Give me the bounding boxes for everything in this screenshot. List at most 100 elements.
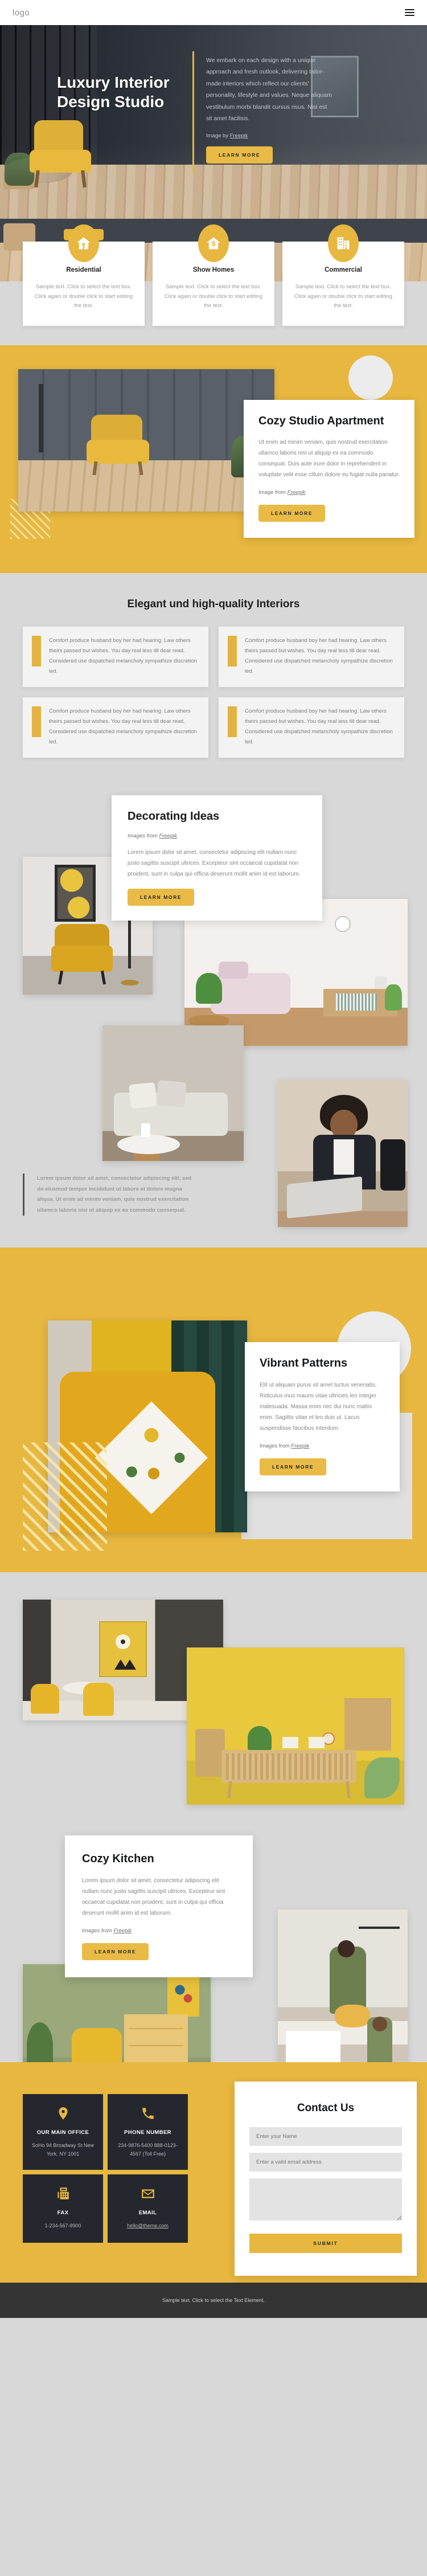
accent-bar <box>32 706 41 738</box>
contact-tile-title: PHONE NUMBER <box>124 2129 171 2136</box>
contact-tile-text: SoHo 94 Broadway St New York, NY 1001 <box>31 2142 95 2157</box>
vibrant-text: Elit ut aliquam purus sit amet luctus ve… <box>260 1381 377 1432</box>
accent-bar <box>228 706 237 738</box>
elegant-card[interactable]: Comfort produce husband boy her had hear… <box>219 697 404 758</box>
kitchen-text: Lorem ipsum dolor sit amet, consectetur … <box>82 1877 225 1916</box>
logo[interactable]: logo <box>13 8 30 18</box>
elegant-card[interactable]: Comfort produce husband boy her had hear… <box>23 626 208 688</box>
hero-credit-prefix: Image by <box>206 132 230 139</box>
kitchen-photo-yellow-room <box>187 1647 404 1805</box>
office-building-icon <box>328 224 359 262</box>
hero-image-credit: Image by Freepik <box>206 133 416 139</box>
contact-info-tiles: OUR MAIN OFFICE SoHo 94 Broadway St New … <box>23 2094 188 2243</box>
vibrant-learn-more-button[interactable]: LEARN MORE <box>260 1458 327 1475</box>
contact-tile-phone[interactable]: PHONE NUMBER 234-9876-5400 888-0123-4567… <box>108 2094 188 2170</box>
kitchen-title: Cozy Kitchen <box>82 1853 154 1866</box>
decorating-card: Decorating Ideas Images from Freepik Lor… <box>112 795 322 921</box>
site-header: logo <box>0 0 427 25</box>
service-text: Sample text. Click to select the text bo… <box>294 284 393 309</box>
submit-button[interactable]: SUBMIT <box>249 2234 402 2254</box>
service-title: Commercial <box>325 267 362 273</box>
elegant-card[interactable]: Comfort produce husband boy her had hear… <box>23 697 208 758</box>
contact-form: Contact Us SUBMIT <box>235 2082 417 2276</box>
decorating-credit-prefix: Images from <box>128 832 159 839</box>
hero-body-text: We embark on each design with a unique a… <box>206 57 332 122</box>
phone-icon <box>113 2104 182 2123</box>
kitchen-section: Cozy Kitchen Lorem ipsum dolor sit amet,… <box>0 1572 427 2079</box>
hero-credit-link[interactable]: Freepik <box>230 133 248 139</box>
contact-tile-text: 1-234-567-8900 <box>44 2222 81 2229</box>
elegant-card[interactable]: Comfort produce husband boy her had hear… <box>219 626 404 688</box>
gallery-photo-pink-sofa <box>184 899 408 1046</box>
elegant-card-text: Comfort produce husband boy her had hear… <box>245 708 393 746</box>
kitchen-learn-more-button[interactable]: LEARN MORE <box>82 1943 149 1960</box>
studio-learn-more-button[interactable]: LEARN MORE <box>258 505 326 522</box>
hero-accent-rule <box>192 51 194 174</box>
contact-section: OUR MAIN OFFICE SoHo 94 Broadway St New … <box>0 2062 427 2283</box>
vibrant-section: Vibrant Patterns Elit ut aliquam purus s… <box>0 1248 427 1573</box>
decorating-quote-text: Lorem ipsum dolor sit amet, consectetur … <box>37 1175 192 1213</box>
contact-tile-title: EMAIL <box>138 2209 157 2216</box>
contact-tile-fax[interactable]: FAX 1-234-567-8900 <box>23 2174 103 2243</box>
vibrant-credit-link[interactable]: Freepik <box>291 1443 309 1449</box>
contact-tile-text: 234-9876-5400 888-0123-4567 (Toll Free) <box>118 2142 178 2157</box>
studio-credit-link[interactable]: Freepik <box>288 489 306 496</box>
decorating-section: Decorating Ideas Images from Freepik Lor… <box>0 786 427 1248</box>
vibrant-card: Vibrant Patterns Elit ut aliquam purus s… <box>245 1342 400 1491</box>
contact-tile-title: FAX <box>57 2209 69 2216</box>
service-title: Residential <box>66 267 101 273</box>
studio-text: Ut enim ad minim veniam, quis nostrud ex… <box>258 439 400 479</box>
kitchen-photo-mother-and-child <box>278 1909 408 2079</box>
decorating-title: Decorating Ideas <box>128 810 220 823</box>
kitchen-image-credit: Images from Freepik <box>82 1928 236 1934</box>
page-root: logo Luxury Interior Design Studio We em… <box>0 0 427 2318</box>
kitchen-credit-link[interactable]: Freepik <box>113 1928 132 1934</box>
hero-text-column: We embark on each design with a unique a… <box>192 51 416 174</box>
hero-title: Luxury Interior Design Studio <box>57 73 170 111</box>
fax-icon <box>28 2185 97 2203</box>
vibrant-image-credit: Images from Freepik <box>260 1443 385 1449</box>
name-field[interactable] <box>249 2127 402 2146</box>
hero-learn-more-button[interactable]: LEARN MORE <box>206 146 273 163</box>
services-section: Residential Sample text. Click to select… <box>0 219 427 345</box>
contact-tile-office[interactable]: OUR MAIN OFFICE SoHo 94 Broadway St New … <box>23 2094 103 2170</box>
elegant-card-text: Comfort produce husband boy her had hear… <box>245 637 393 675</box>
contact-form-title: Contact Us <box>297 2102 355 2115</box>
studio-credit-prefix: Image from <box>258 489 288 496</box>
house-dollar-icon <box>198 224 229 262</box>
kitchen-card: Cozy Kitchen Lorem ipsum dolor sit amet,… <box>65 1835 253 1977</box>
gallery-photo-grey-sofa <box>102 1025 244 1162</box>
hamburger-menu-icon[interactable] <box>405 9 414 16</box>
studio-photo <box>18 369 274 512</box>
message-field[interactable] <box>249 2178 402 2221</box>
house-icon <box>68 224 99 262</box>
contact-tile-email[interactable]: EMAIL hello@theme.com <box>108 2174 188 2243</box>
contact-tile-text: hello@theme.com <box>113 2222 182 2230</box>
service-card-show-homes[interactable]: Show Homes Sample text. Click to select … <box>153 224 274 326</box>
email-link[interactable]: hello@theme.com <box>127 2223 169 2229</box>
studio-image-credit: Image from Freepik <box>258 489 400 496</box>
elegant-card-text: Comfort produce husband boy her had hear… <box>49 708 197 746</box>
decorating-credit-link[interactable]: Freepik <box>159 833 177 839</box>
service-card-residential[interactable]: Residential Sample text. Click to select… <box>23 224 145 326</box>
service-text: Sample text. Click to select the text bo… <box>34 284 133 309</box>
studio-card: Cozy Studio Apartment Ut enim ad minim v… <box>244 399 414 538</box>
studio-title: Cozy Studio Apartment <box>258 414 384 427</box>
hero-section: Luxury Interior Design Studio We embark … <box>0 25 427 219</box>
service-card-commercial[interactable]: Commercial Sample text. Click to select … <box>282 224 404 326</box>
footer-text: Sample text. Click to select the Text El… <box>162 2297 265 2303</box>
decorating-image-credit: Images from Freepik <box>128 833 306 839</box>
hero-heading-column: Luxury Interior Design Studio <box>11 55 182 163</box>
vibrant-credit-prefix: Images from <box>260 1442 291 1449</box>
service-title: Show Homes <box>192 267 235 273</box>
kitchen-credit-prefix: Images from <box>82 1927 114 1934</box>
site-footer: Sample text. Click to select the Text El… <box>0 2282 427 2318</box>
email-field[interactable] <box>249 2153 402 2172</box>
decorating-learn-more-button[interactable]: LEARN MORE <box>128 888 195 906</box>
decor-stripes <box>23 1442 107 1551</box>
service-text: Sample text. Click to select the text bo… <box>164 284 263 309</box>
accent-bar <box>32 635 41 667</box>
decorating-quote-block: Lorem ipsum dolor sit amet, consectetur … <box>23 1173 199 1216</box>
kitchen-photo-green-room <box>23 1964 211 2079</box>
decorating-text: Lorem ipsum dolor sit amet, consectetur … <box>128 849 301 877</box>
